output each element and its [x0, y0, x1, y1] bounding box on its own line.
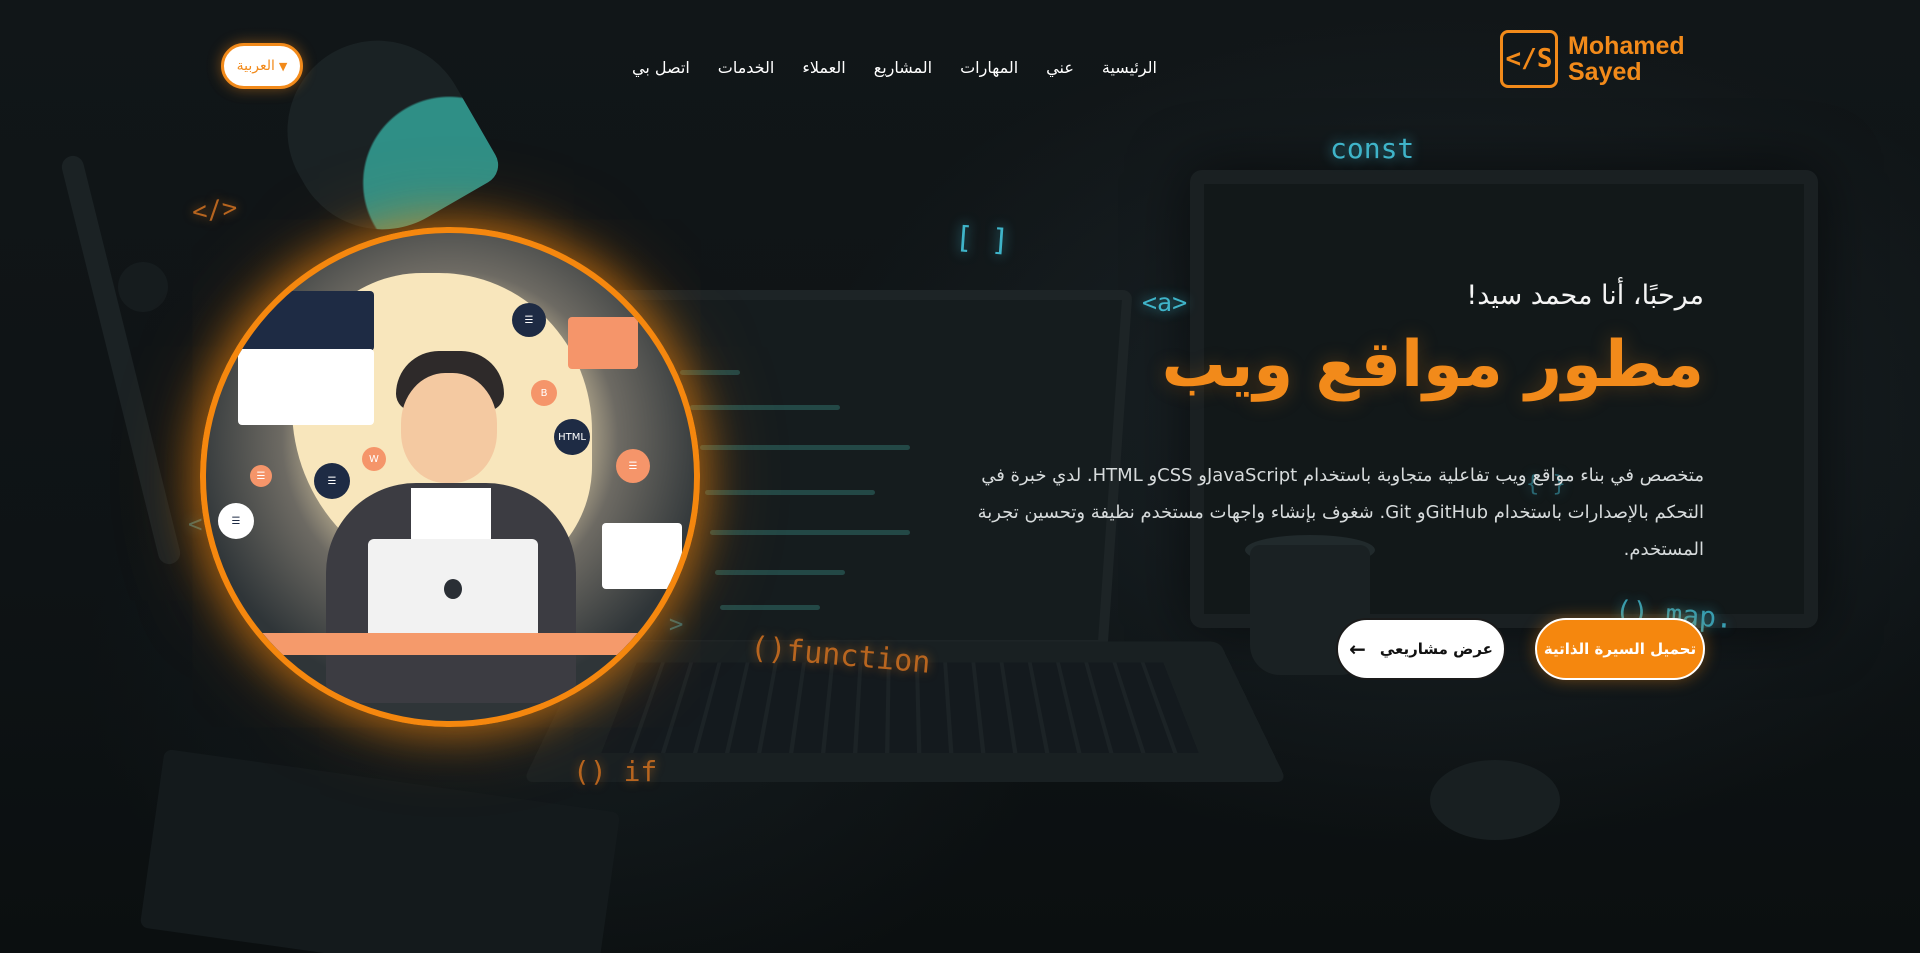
hero-greeting: مرحبًا، أنا محمد سيد! — [1466, 280, 1704, 311]
hero-page: const [ ] <a> </> ()function () if ().ma… — [0, 0, 1920, 953]
download-cv-label: تحميل السيرة الذاتية — [1543, 640, 1697, 658]
nav-item-projects[interactable]: المشاريع — [860, 56, 946, 80]
code-line — [715, 570, 845, 575]
developer-illustration: ☰ HTML ☰ ☰ B ☰ ☰ W — [200, 227, 700, 727]
lamp-arm-shape — [59, 153, 183, 567]
nav-item-about[interactable]: عني — [1032, 56, 1088, 80]
logo-text: Mohamed Sayed — [1568, 33, 1685, 85]
elementor-icon: ☰ — [616, 449, 650, 483]
glyph-brackets: [ ] — [953, 220, 1011, 259]
code-line — [710, 530, 910, 535]
code-window-icon — [238, 291, 374, 351]
elementor-icon: ☰ — [314, 463, 350, 499]
illustration-desk — [206, 633, 694, 655]
view-projects-label: عرض مشاريعي — [1379, 640, 1493, 658]
elementor-icon: ☰ — [250, 465, 272, 487]
nav-item-clients[interactable]: العملاء — [788, 56, 859, 80]
nav-item-services[interactable]: الخدمات — [704, 56, 789, 80]
site-logo[interactable]: </S Mohamed Sayed — [1500, 30, 1685, 88]
hero-title: مطور مواقع ويب — [1161, 328, 1704, 402]
nav-item-skills[interactable]: المهارات — [946, 56, 1032, 80]
nav-item-home[interactable]: الرئيسية — [1088, 56, 1171, 80]
laptop-logo-icon — [444, 579, 462, 599]
hero-content: مرحبًا، أنا محمد سيد! مطور مواقع ويب متخ… — [944, 280, 1704, 568]
elementor-icon: ☰ — [512, 303, 546, 337]
nav-item-contact[interactable]: اتصل بي — [618, 56, 704, 80]
glyph-closing-tag: </> — [190, 192, 239, 227]
logo-name-line1: Mohamed — [1568, 32, 1685, 60]
mouse-shape — [1430, 760, 1560, 840]
hero-description: متخصص في بناء مواقع ويب تفاعلية متجاوبة … — [977, 465, 1704, 560]
developer-face — [401, 373, 497, 483]
browser-window-icon — [568, 317, 638, 369]
elementor-icon: ☰ — [218, 503, 254, 539]
glyph-less: < — [188, 510, 203, 538]
logo-name-line2: Sayed — [1568, 58, 1642, 86]
logo-mark: </S — [1500, 30, 1558, 88]
browser-panel-icon — [602, 523, 682, 589]
view-projects-button[interactable]: عرض مشاريعي ← — [1336, 618, 1506, 680]
lamp-joint-shape — [118, 262, 168, 312]
wordpress-icon: W — [362, 447, 386, 471]
chevron-down-icon: ▼ — [278, 59, 288, 73]
language-switch-button[interactable]: ▼ العربية — [221, 43, 303, 89]
language-label: العربية — [236, 58, 275, 74]
main-nav: الرئيسية عني المهارات المشاريع العملاء ا… — [618, 56, 1171, 80]
document-icon — [238, 349, 374, 425]
bootstrap-icon: B — [531, 380, 557, 406]
code-line — [690, 405, 840, 410]
code-line — [705, 490, 875, 495]
html-badge: HTML — [554, 419, 590, 455]
code-line — [680, 370, 740, 375]
code-line — [700, 445, 910, 450]
code-line — [720, 605, 820, 610]
glyph-if: () if — [573, 755, 658, 788]
download-cv-button[interactable]: تحميل السيرة الذاتية — [1535, 618, 1705, 680]
glyph-const: const — [1330, 132, 1415, 165]
arrow-left-icon: ← — [1349, 637, 1366, 661]
